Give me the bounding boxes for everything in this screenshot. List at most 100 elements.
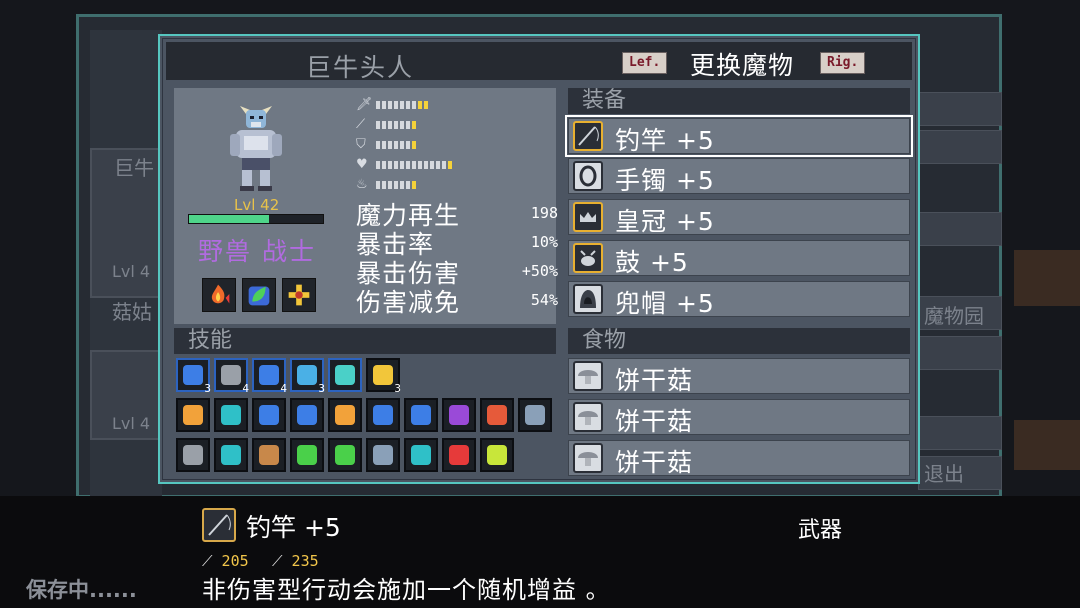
ghost-icon[interactable] — [518, 398, 552, 432]
skill-glyph — [525, 405, 545, 425]
next-monster-button[interactable]: Rig. — [820, 52, 866, 74]
equipment-name: 钓竿 +5 — [615, 126, 715, 155]
staff-icon[interactable] — [328, 398, 362, 432]
magic-wand-icon: ⟋ — [272, 552, 283, 570]
food-slot[interactable]: 饼干菇 — [568, 358, 910, 395]
food-header: 食物 — [568, 328, 910, 354]
lightning-icon[interactable]: 3 — [366, 358, 401, 395]
background-menu-label: 魔物园 — [924, 304, 984, 328]
mushroom-icon — [573, 402, 603, 432]
ice-slash-icon[interactable]: 3 — [176, 358, 211, 395]
stat-label-damage-reduction: 伤害减免 — [356, 288, 461, 317]
food-slot[interactable]: 饼干菇 — [568, 399, 910, 436]
skill-stack-count: 3 — [318, 382, 325, 395]
health-bar — [188, 214, 324, 224]
title-bar: 巨牛头人 Lef. 更换魔物 Rig. — [166, 42, 912, 82]
blue-fist-icon[interactable] — [252, 398, 286, 432]
skill-glyph — [183, 365, 203, 385]
monster-name: 巨牛头人 — [306, 53, 415, 82]
thorns-icon[interactable] — [214, 438, 248, 472]
sparkle-icon[interactable] — [328, 358, 362, 392]
red-shield-icon[interactable] — [480, 398, 514, 432]
crown-icon — [573, 202, 603, 232]
monster-type: 野兽 战士 — [198, 237, 316, 266]
shield-icon: ⛉ — [356, 137, 366, 152]
vortex-icon[interactable] — [214, 398, 248, 432]
skill-glyph — [183, 405, 203, 425]
green-ring-icon[interactable] — [290, 438, 324, 472]
gray-fist-icon[interactable] — [176, 438, 210, 472]
skill-glyph — [449, 445, 469, 465]
equipment-name: 皇冠 +5 — [615, 207, 715, 236]
stat-bars — [376, 181, 416, 189]
background-brick-wall — [1014, 250, 1080, 306]
skill-glyph — [221, 405, 241, 425]
monster-detail-panel: 巨牛头人 Lef. 更换魔物 Rig. Lvl 42 野兽 战士 🗡 ⟋ ⛉ ♥… — [158, 34, 920, 484]
stat-value-mana-regen: 198 — [530, 204, 558, 222]
gear-plus-icon[interactable] — [480, 438, 514, 472]
arm-buff-icon[interactable]: 4 — [252, 358, 287, 395]
equipment-slot-offhand[interactable]: 鼓 +5 — [568, 240, 910, 277]
blue-fist-icon[interactable] — [404, 398, 438, 432]
skill-stack-count: 3 — [394, 382, 401, 395]
skill-glyph — [259, 365, 279, 385]
skills-header: 技能 — [174, 328, 556, 354]
skill-stack-count: 4 — [280, 382, 287, 395]
skill-stack-count: 4 — [242, 382, 249, 395]
skill-glyph — [449, 405, 469, 425]
magic-wand-icon: ⟋ — [356, 117, 366, 132]
equipment-slot-head[interactable]: 皇冠 +5 — [568, 199, 910, 236]
red-heart-icon[interactable] — [442, 438, 476, 472]
green-ring-icon[interactable] — [328, 438, 362, 472]
question-icon[interactable] — [404, 438, 438, 472]
equipment-slot-weapon[interactable]: 钓竿 +5 — [565, 115, 913, 157]
selected-item-type: 武器 — [798, 518, 843, 543]
skill-glyph — [297, 445, 317, 465]
selected-item-name: 钓竿 +5 — [246, 513, 341, 542]
equipment-name: 手镯 +5 — [615, 166, 715, 195]
background-menu-row — [918, 416, 1002, 450]
drum-icon — [573, 243, 603, 273]
background-menu-row — [918, 336, 1002, 370]
sword-icon: ⟋ — [202, 552, 213, 570]
magic-value: 235 — [291, 552, 319, 570]
stat-bars — [376, 141, 416, 149]
stat-bars — [376, 121, 416, 129]
skill-glyph — [373, 445, 393, 465]
fishing-rod-icon — [573, 121, 603, 151]
skill-glyph — [259, 405, 279, 425]
equipment-slot-accessory[interactable]: 手镯 +5 — [568, 158, 910, 195]
leaf-shield-icon — [242, 278, 276, 312]
swap-monster-label: 更换魔物 — [690, 51, 795, 80]
previous-monster-button[interactable]: Lef. — [622, 52, 668, 74]
background-menu-row — [918, 212, 1002, 246]
hood-icon — [573, 284, 603, 314]
skill-glyph — [411, 405, 431, 425]
knight-icon[interactable] — [366, 438, 400, 472]
background-brick-wall — [1014, 420, 1080, 470]
monster-stats-pane: Lvl 42 野兽 战士 🗡 413 ⟋ 391 ⛉ 357 ♥ — [174, 88, 700, 324]
blue-fist-icon[interactable] — [290, 398, 324, 432]
skill-glyph — [373, 365, 393, 385]
purple-shield-icon[interactable] — [442, 398, 476, 432]
monster-level: Lvl 42 — [234, 196, 280, 214]
background-monster-name: 菇姑 — [112, 300, 152, 324]
selected-item-attack: ⟋ 205 — [202, 552, 249, 570]
skill-glyph — [373, 405, 393, 425]
equipment-slot-armor[interactable]: 兜帽 +5 — [568, 281, 910, 318]
food-name: 饼干菇 — [615, 407, 694, 436]
fishing-rod-icon — [202, 508, 236, 542]
skill-glyph — [335, 445, 355, 465]
food-slot[interactable]: 饼干菇 — [568, 440, 910, 477]
food-name: 饼干菇 — [615, 366, 694, 395]
beast-icon[interactable] — [252, 438, 286, 472]
attack-value: 205 — [221, 552, 249, 570]
heart-icon: ♥ — [356, 157, 368, 172]
skill-glyph — [297, 365, 317, 385]
selected-item-magic: ⟋ 235 — [272, 552, 319, 570]
background-monster-name: 巨牛 — [114, 156, 154, 180]
blue-fist-icon[interactable] — [366, 398, 400, 432]
star-burst-icon[interactable]: 3 — [290, 358, 325, 395]
sword-strike-icon[interactable]: 4 — [214, 358, 249, 395]
fire-shield-icon[interactable] — [176, 398, 210, 432]
